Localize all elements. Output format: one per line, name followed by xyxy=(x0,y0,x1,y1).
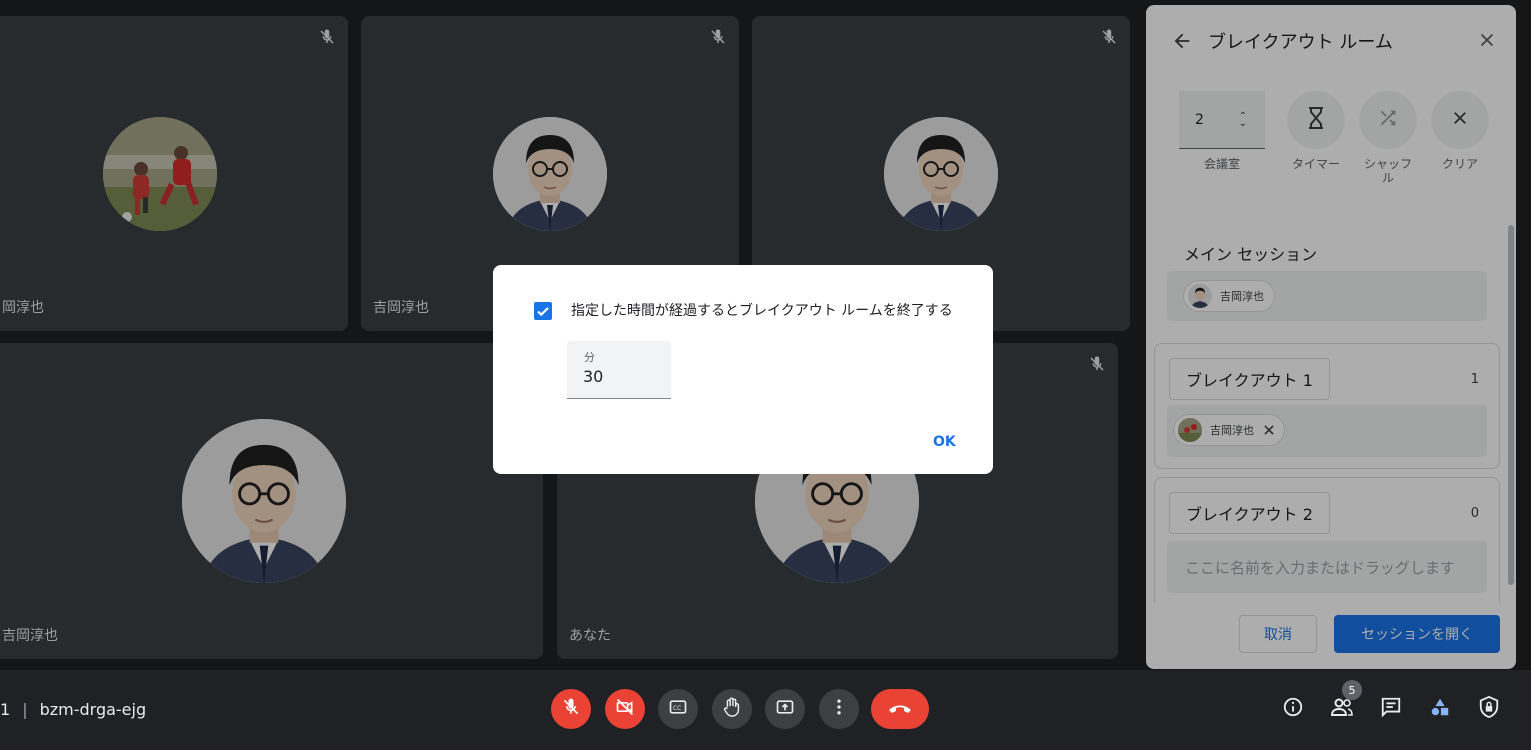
mic-off-icon xyxy=(561,697,581,721)
meeting-info: 1 | bzm-drga-ejg xyxy=(0,700,146,719)
raise-hand-button[interactable] xyxy=(712,689,752,729)
hang-up-icon xyxy=(887,700,913,719)
end-rooms-checkbox-label[interactable]: 指定した時間が経過するとブレイクアウト ルームを終了する xyxy=(571,300,953,320)
shapes-icon xyxy=(1429,696,1451,722)
info-separator: | xyxy=(22,700,28,719)
captions-button[interactable]: CC xyxy=(658,689,698,729)
host-controls-button[interactable] xyxy=(1477,695,1501,723)
timer-dialog: 指定した時間が経過するとブレイクアウト ルームを終了する 分 30 OK xyxy=(493,265,993,474)
clock-time-fragment: 1 xyxy=(0,700,11,719)
meeting-details-button[interactable] xyxy=(1281,697,1305,721)
camera-off-icon xyxy=(615,697,635,721)
info-icon xyxy=(1282,696,1304,722)
camera-toggle-button[interactable] xyxy=(605,689,645,729)
mic-toggle-button[interactable] xyxy=(551,689,591,729)
shield-lock-icon xyxy=(1478,695,1500,723)
leave-call-button[interactable] xyxy=(871,689,929,729)
svg-text:CC: CC xyxy=(673,706,681,712)
meeting-control-bar: 1 | bzm-drga-ejg CC 5 xyxy=(0,670,1531,750)
present-icon xyxy=(775,697,795,721)
minutes-field[interactable]: 分 30 xyxy=(567,341,671,399)
activities-button[interactable] xyxy=(1428,697,1452,721)
end-rooms-checkbox[interactable] xyxy=(534,302,552,320)
more-options-button[interactable] xyxy=(819,689,859,729)
minutes-field-value[interactable]: 30 xyxy=(583,367,603,386)
ok-button[interactable]: OK xyxy=(933,434,956,450)
participants-button[interactable] xyxy=(1330,697,1354,721)
minutes-field-label: 分 xyxy=(584,351,595,364)
captions-icon: CC xyxy=(668,697,688,721)
panel-scrim xyxy=(1146,5,1516,669)
meeting-code: bzm-drga-ejg xyxy=(39,700,147,719)
hand-icon xyxy=(721,696,743,722)
present-screen-button[interactable] xyxy=(765,689,805,729)
participants-count-badge: 5 xyxy=(1342,680,1362,700)
chat-icon xyxy=(1380,696,1402,722)
chat-button[interactable] xyxy=(1379,697,1403,721)
more-vert-icon xyxy=(829,697,849,721)
